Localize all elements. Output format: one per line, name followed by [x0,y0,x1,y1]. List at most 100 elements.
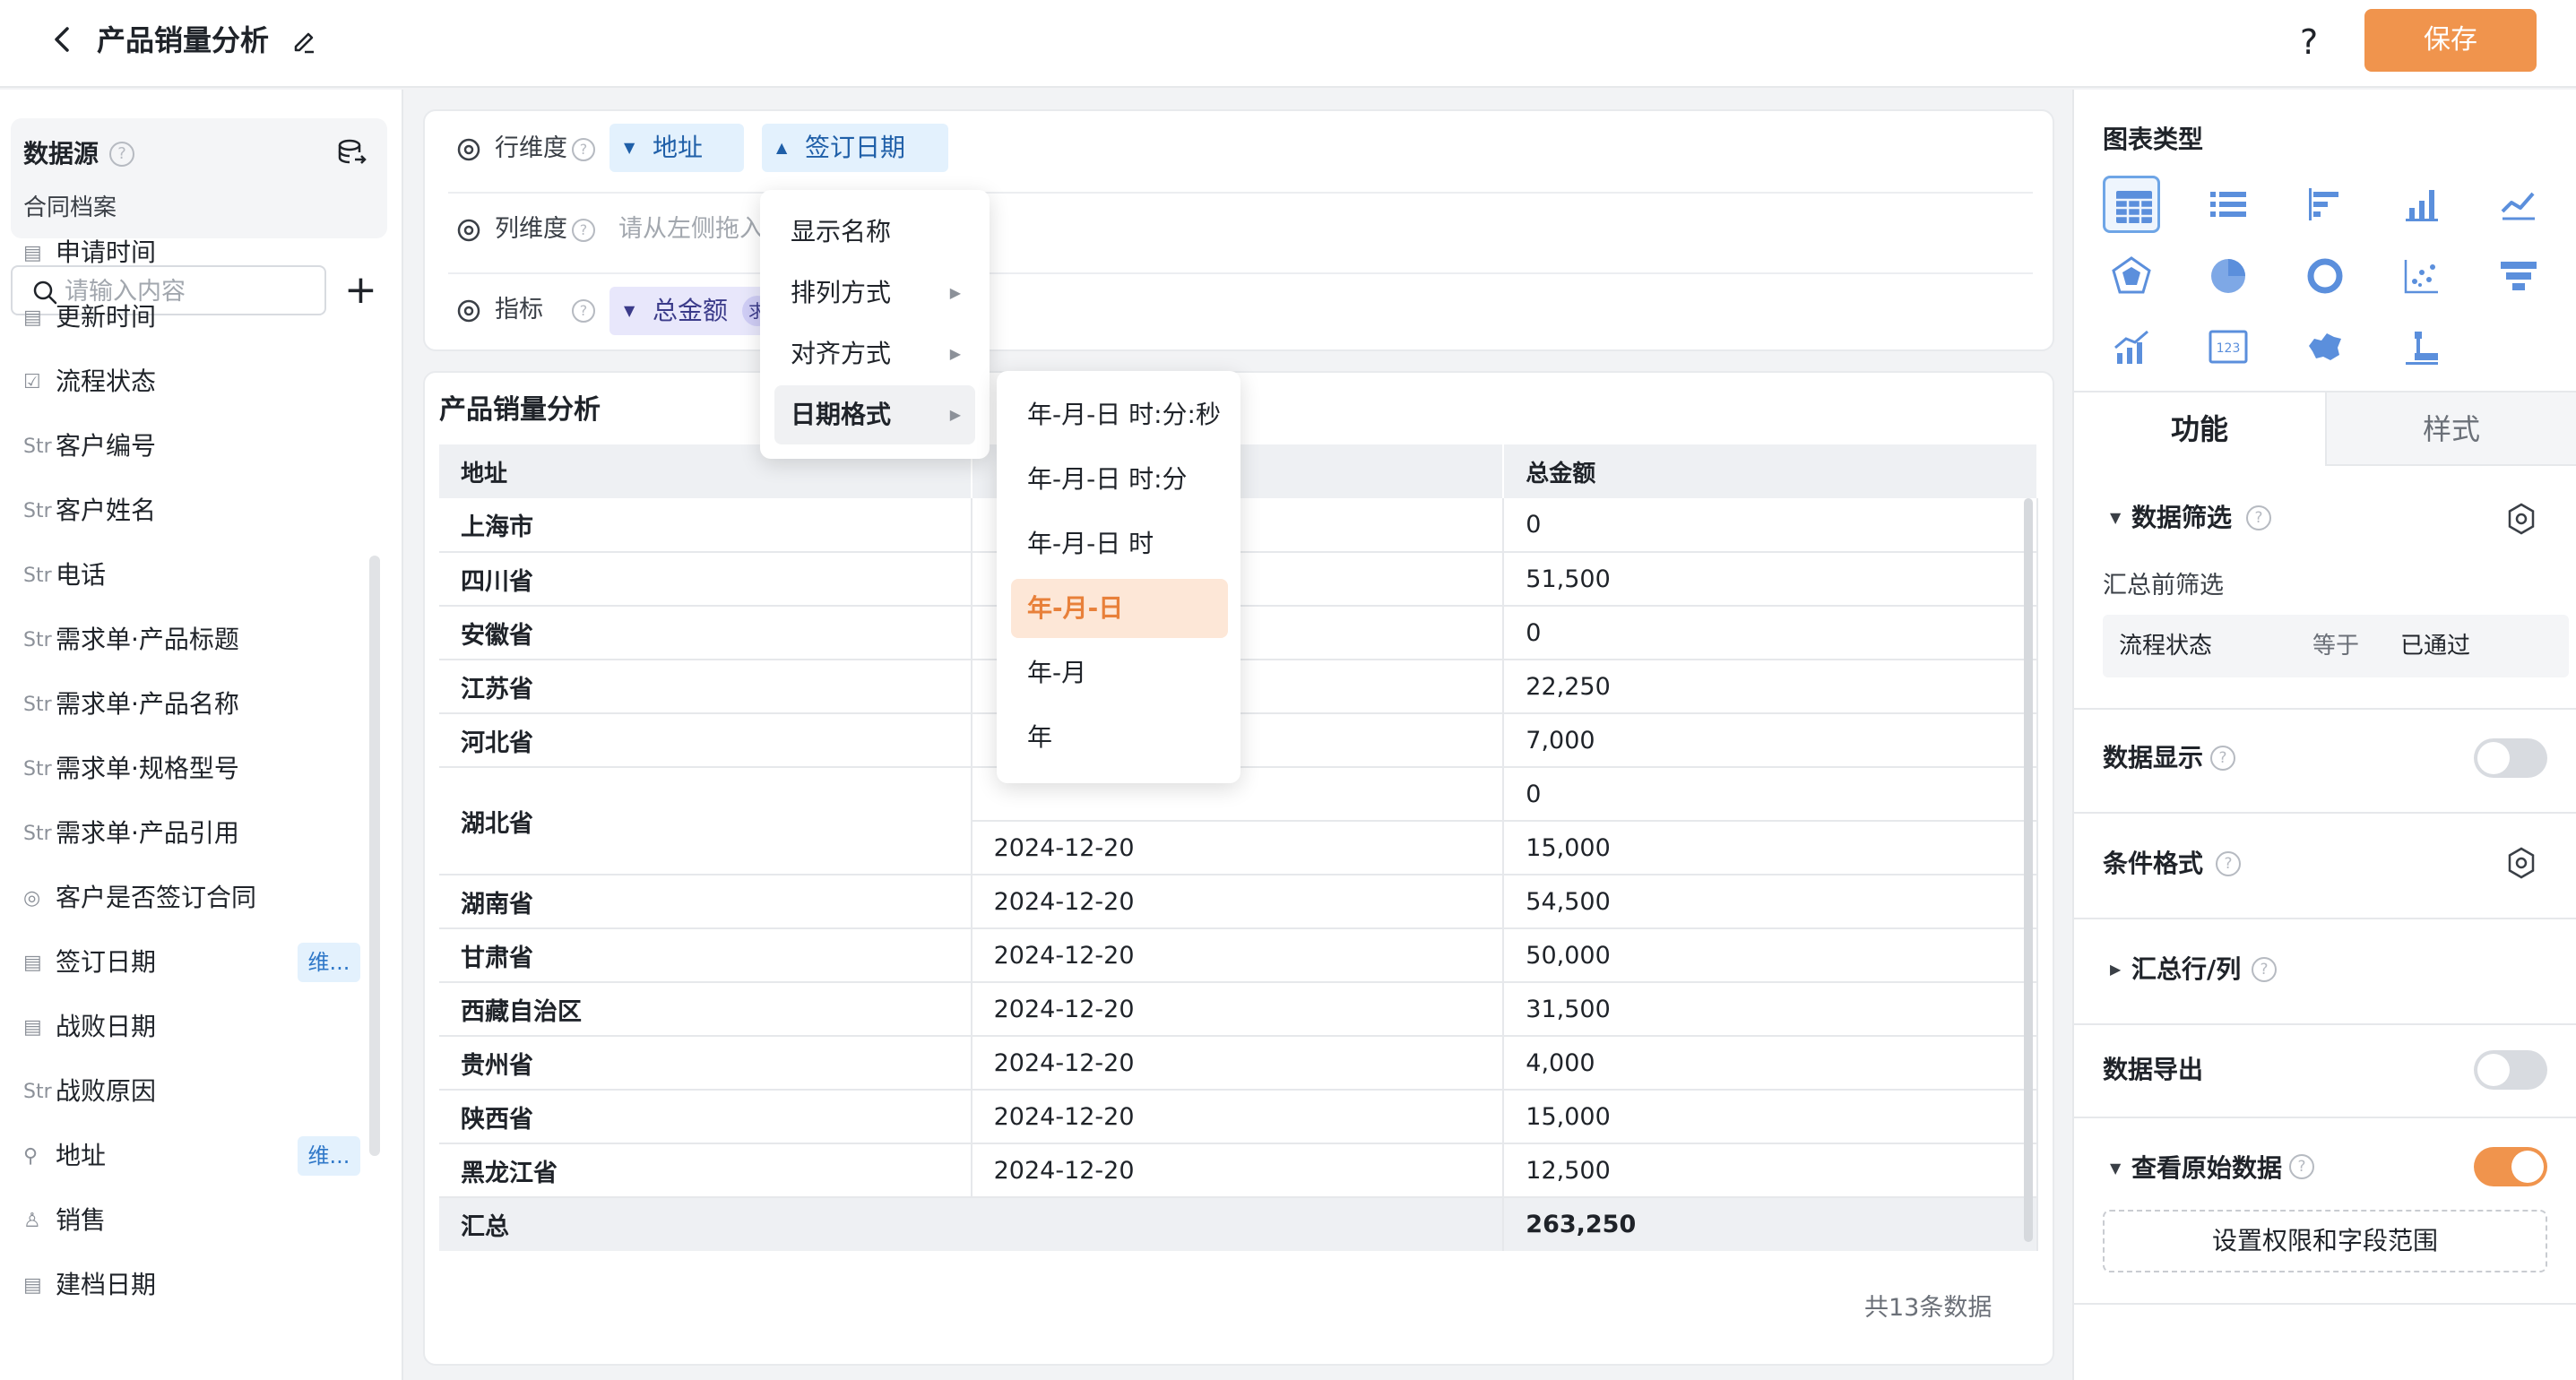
amount-cell: 31,500 [1503,982,2038,1037]
chart-type-gantt-icon[interactable] [2393,319,2451,376]
data-display-toggle[interactable] [2474,738,2547,778]
data-filter-caret-icon[interactable]: ▼ [2110,498,2121,538]
field-item[interactable]: ⚲ 地址 维... [23,1131,364,1181]
row-chip-address[interactable]: ▼ 地址 [609,124,744,172]
field-item[interactable]: Str 需求单·产品标题 [23,615,364,665]
date-cell: 2024-12-20 [971,1090,1505,1144]
row-dimension-help-icon[interactable]: ? [572,138,595,161]
menu-item-sort[interactable]: 排列方式 ▶ [774,263,975,323]
field-item-label: 销售 [56,1205,107,1235]
field-item[interactable]: Str 客户姓名 [23,486,364,536]
user-icon: ♙ [23,1210,41,1232]
string-icon: Str [23,436,52,458]
field-item[interactable]: Str 战败原因 [23,1066,364,1117]
table-row: 湖南省 2024-12-20 54,500 [439,875,2038,929]
chip-context-menu: 显示名称 排列方式 ▶ 对齐方式 ▶ 日期格式 ▶ [760,190,990,459]
table-row: 黑龙江省 2024-12-20 12,500 [439,1143,2038,1198]
row-chip-sign-date[interactable]: ▲ 签订日期 [762,124,948,172]
raw-data-caret-icon[interactable]: ▼ [2110,1149,2121,1188]
date-format-ymd[interactable]: 年-月-日 [1011,579,1228,638]
menu-item-date-format[interactable]: 日期格式 ▶ [774,385,975,444]
date-format-y[interactable]: 年 [1011,708,1228,767]
date-format-ymd-hms[interactable]: 年-月-日 时:分:秒 [1011,385,1228,444]
data-filter-settings-icon[interactable] [2504,502,2538,536]
conditional-format-title: 条件格式 [2103,849,2204,878]
chart-type-donut-icon[interactable] [2296,247,2354,305]
chart-type-scatter-icon[interactable] [2393,247,2451,305]
chart-type-funnel-icon[interactable] [2490,247,2547,305]
data-filter-help-icon[interactable]: ? [2246,505,2271,530]
datasource-help-icon[interactable]: ? [109,142,134,167]
field-item[interactable]: ▤ 建档日期 [23,1260,364,1310]
province-cell: 西藏自治区 [439,982,972,1037]
help-icon[interactable]: ? [2300,20,2318,65]
summary-help-icon[interactable]: ? [2252,957,2277,982]
date-cell: 2024-12-20 [971,928,1505,983]
raw-data-help-icon[interactable]: ? [2289,1154,2314,1179]
conditional-format-help-icon[interactable]: ? [2216,851,2241,876]
menu-item-align[interactable]: 对齐方式 ▶ [774,324,975,384]
field-item-label: 战败日期 [56,1012,157,1041]
section-divider [2074,1117,2576,1118]
chart-type-table-icon[interactable] [2103,176,2160,233]
save-button[interactable]: 保存 [2364,9,2537,72]
menu-item-display-name[interactable]: 显示名称 [774,203,975,262]
database-switch-icon[interactable] [335,136,367,168]
string-icon: Str [23,758,52,781]
chart-type-radar-icon[interactable] [2103,247,2160,305]
chart-type-map-icon[interactable] [2296,319,2354,376]
field-item[interactable]: Str 客户编号 [23,421,364,471]
pre-aggregation-filter-label: 汇总前筛选 [2103,572,2224,599]
metric-help-icon[interactable]: ? [572,299,595,323]
filter-value: 已通过 [2400,633,2471,660]
tab-style[interactable]: 样式 [2325,392,2576,466]
calendar-icon: ▤ [23,1274,42,1297]
back-arrow-icon[interactable] [45,22,81,57]
field-item[interactable]: ◎ 客户是否签订合同 [23,873,364,923]
chart-type-line-icon[interactable] [2490,176,2547,233]
column-dimension-help-icon[interactable]: ? [572,219,595,242]
set-permissions-button[interactable]: 设置权限和字段范围 [2103,1210,2547,1272]
tab-function[interactable]: 功能 [2074,392,2325,466]
table-scrollbar[interactable] [2024,498,2033,1242]
chart-type-pie-icon[interactable] [2200,247,2257,305]
chart-type-bar-horizontal-icon[interactable] [2296,176,2354,233]
date-cell: 2024-12-20 [971,1036,1505,1091]
column-header-total-amount[interactable]: 总金额 [1503,444,2038,498]
field-item[interactable]: ▤ 战败日期 [23,1002,364,1052]
date-format-ym[interactable]: 年-月 [1011,643,1228,703]
field-item-label: 签订日期 [56,947,157,977]
date-format-ymd-hm[interactable]: 年-月-日 时:分 [1011,450,1228,509]
metric-chip-total-amount[interactable]: ▼ 总金额求 [609,287,773,335]
field-item[interactable]: ▤ 申请时间 [23,228,364,278]
column-drop-placeholder[interactable]: 请从左侧拖入 [618,211,764,247]
raw-data-toggle[interactable] [2474,1147,2547,1186]
chart-type-combo-icon[interactable] [2103,319,2160,376]
data-display-help-icon[interactable]: ? [2210,746,2235,771]
conditional-format-settings-icon[interactable] [2504,846,2538,880]
edit-icon[interactable] [289,25,319,56]
province-cell: 上海市 [439,498,972,553]
metric-icon [457,299,480,323]
table-total-row: 汇总 263,250 [439,1197,2038,1251]
field-item[interactable]: ♙ 销售 [23,1195,364,1246]
chart-type-number-card-icon[interactable]: 123 [2200,319,2257,376]
total-label: 汇总 [439,1197,1505,1251]
column-dimension-icon [457,219,480,242]
date-format-ymd-h[interactable]: 年-月-日 时 [1011,514,1228,574]
field-item[interactable]: Str 需求单·产品引用 [23,808,364,858]
field-item[interactable]: ☑ 流程状态 [23,357,364,407]
field-item[interactable]: Str 需求单·规格型号 [23,744,364,794]
field-item-label: 需求单·产品引用 [56,818,239,848]
field-item[interactable]: ▤ 更新时间 [23,292,364,342]
field-item[interactable]: Str 需求单·产品名称 [23,679,364,729]
field-item[interactable]: Str 电话 [23,550,364,600]
row-dimension-label: 行维度 [495,134,567,162]
field-list-scrollbar[interactable] [369,556,380,1156]
field-item[interactable]: ▤ 签订日期 维... [23,937,364,988]
chart-type-column-icon[interactable] [2393,176,2451,233]
summary-caret-icon[interactable]: ▶ [2110,950,2121,989]
filter-condition-row[interactable]: 流程状态 等于 已通过 [2103,615,2569,677]
chart-type-list-icon[interactable] [2200,176,2257,233]
data-export-toggle[interactable] [2474,1050,2547,1090]
